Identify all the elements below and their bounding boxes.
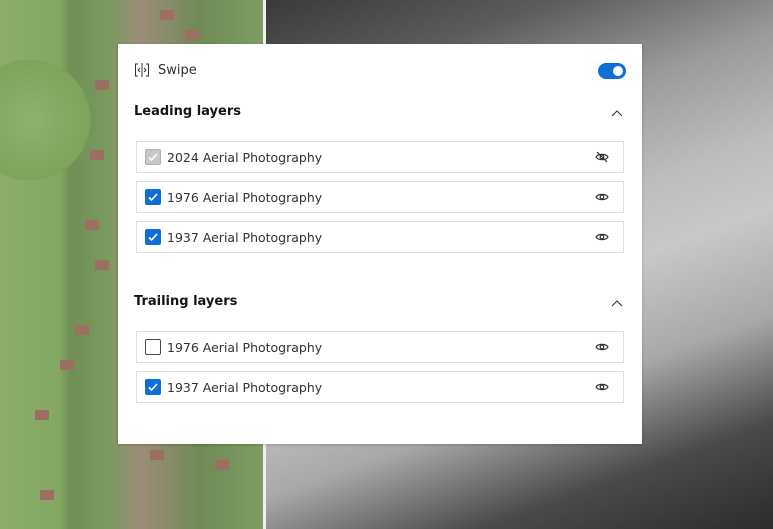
layer-label: 2024 Aerial Photography: [167, 149, 323, 165]
chevron-up-icon[interactable]: [610, 296, 624, 310]
layer-checkbox[interactable]: [145, 149, 161, 165]
layer-row[interactable]: 1937 Aerial Photography: [136, 221, 624, 253]
layer-row[interactable]: 2024 Aerial Photography: [136, 141, 624, 173]
layer-checkbox[interactable]: [145, 189, 161, 205]
trailing-layers-title: Trailing layers: [134, 294, 238, 309]
layer-checkbox[interactable]: [145, 379, 161, 395]
layer-row[interactable]: 1976 Aerial Photography: [136, 181, 624, 213]
leading-layers-title: Leading layers: [134, 104, 241, 119]
swipe-icon: [135, 63, 149, 77]
eye-icon[interactable]: [595, 231, 609, 246]
eye-icon[interactable]: [595, 341, 609, 356]
swipe-header: Swipe: [134, 62, 197, 78]
eye-off-icon[interactable]: [595, 151, 609, 166]
layer-label: 1937 Aerial Photography: [167, 379, 323, 395]
layer-label: 1976 Aerial Photography: [167, 339, 323, 355]
swipe-toggle[interactable]: [598, 63, 626, 79]
swipe-panel: Swipe Leading layers 2024 Aerial Photogr…: [118, 44, 642, 444]
layer-row[interactable]: 1976 Aerial Photography: [136, 331, 624, 363]
layer-checkbox[interactable]: [145, 229, 161, 245]
eye-icon[interactable]: [595, 381, 609, 396]
layer-row[interactable]: 1937 Aerial Photography: [136, 371, 624, 403]
layer-checkbox[interactable]: [145, 339, 161, 355]
chevron-up-icon[interactable]: [610, 106, 624, 120]
swipe-label: Swipe: [158, 62, 197, 78]
layer-label: 1937 Aerial Photography: [167, 229, 323, 245]
eye-icon[interactable]: [595, 191, 609, 206]
layer-label: 1976 Aerial Photography: [167, 189, 323, 205]
